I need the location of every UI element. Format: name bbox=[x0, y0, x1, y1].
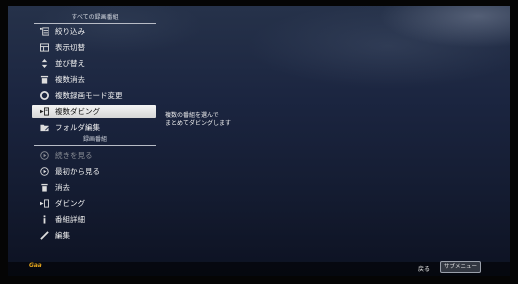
tv-screen: すべての録画番組 絞り込み 表示切替 並び替え 複数消去 複数録画モード変更 複… bbox=[8, 6, 510, 276]
section-header-all-recordings: すべての録画番組 bbox=[34, 14, 156, 24]
delete-icon bbox=[38, 182, 50, 194]
menu-item-label: 続きを見る bbox=[55, 151, 93, 160]
submenu-button[interactable]: サブメニュー bbox=[440, 261, 482, 273]
filter-icon bbox=[38, 26, 50, 38]
folder-edit-icon bbox=[38, 122, 50, 134]
menu-item-label: ダビング bbox=[55, 199, 85, 208]
menu-item-label: 複数ダビング bbox=[55, 107, 100, 116]
brand-logo: Gaa bbox=[29, 262, 42, 269]
menu-item-label: 複数消去 bbox=[55, 75, 85, 84]
multi-delete-icon bbox=[38, 74, 50, 86]
play-from-start-icon bbox=[38, 166, 50, 178]
menu-item-edit[interactable]: 編集 bbox=[34, 229, 156, 242]
menu-item-sort[interactable]: 並び替え bbox=[34, 57, 156, 70]
menu-item-resume[interactable]: 続きを見る bbox=[34, 149, 156, 162]
menu-item-multi-dubbing[interactable]: 複数ダビング bbox=[32, 105, 156, 118]
record-mode-icon bbox=[38, 90, 50, 102]
multi-dubbing-icon bbox=[38, 106, 50, 118]
footer-bar bbox=[8, 262, 510, 276]
menu-item-label: 編集 bbox=[55, 231, 70, 240]
resume-icon bbox=[38, 150, 50, 162]
return-label: 戻る bbox=[418, 266, 431, 273]
menu-item-label: 番組詳細 bbox=[55, 215, 85, 224]
item-description: 複数の番組を選んで まとめてダビングします bbox=[165, 112, 231, 128]
section-header-recording: 録画番組 bbox=[34, 136, 156, 146]
edit-icon bbox=[38, 230, 50, 242]
description-line-1: 複数の番組を選んで bbox=[165, 112, 219, 119]
info-icon bbox=[38, 214, 50, 226]
menu-item-label: 表示切替 bbox=[55, 43, 85, 52]
menu-item-label: フォルダ編集 bbox=[55, 123, 100, 132]
dubbing-icon bbox=[38, 198, 50, 210]
menu-item-view-switch[interactable]: 表示切替 bbox=[34, 41, 156, 54]
description-line-2: まとめてダビングします bbox=[165, 120, 232, 127]
menu-item-multi-delete[interactable]: 複数消去 bbox=[34, 73, 156, 86]
menu-item-label: 最初から見る bbox=[55, 167, 100, 176]
menu-item-delete[interactable]: 消去 bbox=[34, 181, 156, 194]
menu-item-record-mode-change[interactable]: 複数録画モード変更 bbox=[34, 89, 156, 102]
view-switch-icon bbox=[38, 42, 50, 54]
menu-item-label: 複数録画モード変更 bbox=[55, 91, 123, 100]
sort-icon bbox=[38, 58, 50, 70]
menu-item-folder-edit[interactable]: フォルダ編集 bbox=[34, 121, 156, 134]
menu-item-play-from-start[interactable]: 最初から見る bbox=[34, 165, 156, 178]
menu-item-label: 並び替え bbox=[55, 59, 85, 68]
menu-item-dubbing[interactable]: ダビング bbox=[34, 197, 156, 210]
menu-item-filter[interactable]: 絞り込み bbox=[34, 25, 156, 38]
menu-item-label: 絞り込み bbox=[55, 27, 85, 36]
menu-item-label: 消去 bbox=[55, 183, 70, 192]
menu-item-program-details[interactable]: 番組詳細 bbox=[34, 213, 156, 226]
